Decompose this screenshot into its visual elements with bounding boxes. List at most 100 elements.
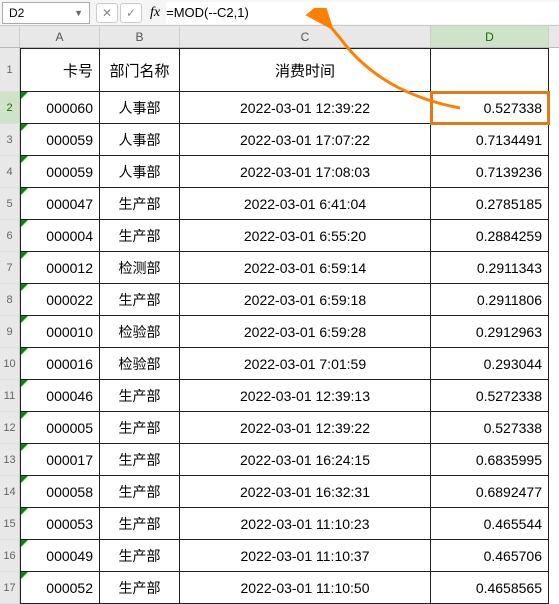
row-header[interactable]: 2 [0, 92, 20, 124]
cell-result[interactable]: 0.293044 [431, 348, 549, 380]
cell-result[interactable]: 0.527338 [431, 412, 549, 444]
cell-department[interactable]: 人事部 [100, 124, 180, 156]
name-box-value: D2 [9, 6, 24, 20]
row-header[interactable]: 12 [0, 412, 20, 444]
cell-department[interactable]: 生产部 [100, 476, 180, 508]
cell-card-number[interactable]: 000010 [20, 316, 100, 348]
cell-result[interactable]: 0.7134491 [431, 124, 549, 156]
row-header[interactable]: 17 [0, 572, 20, 604]
cell-time[interactable]: 2022-03-01 17:07:22 [180, 124, 431, 156]
row-header[interactable]: 3 [0, 124, 20, 156]
cell-card-number[interactable]: 000012 [20, 252, 100, 284]
cell-card-number[interactable]: 000047 [20, 188, 100, 220]
cell-department[interactable]: 生产部 [100, 508, 180, 540]
cell-time[interactable]: 2022-03-01 6:55:20 [180, 220, 431, 252]
cell-card-number[interactable]: 000004 [20, 220, 100, 252]
cell-department[interactable]: 生产部 [100, 572, 180, 604]
cell-result[interactable]: 0.465544 [431, 508, 549, 540]
row-header[interactable]: 9 [0, 316, 20, 348]
row-header[interactable]: 5 [0, 188, 20, 220]
header-cell-A[interactable]: 卡号 [20, 48, 100, 92]
cell-result[interactable]: 0.527338 [431, 92, 549, 124]
header-cell-C[interactable]: 消费时间 [180, 48, 431, 92]
formula-input[interactable]: =MOD(--C2,1) [166, 2, 559, 24]
cell-department[interactable]: 检验部 [100, 316, 180, 348]
column-header-C[interactable]: C [180, 26, 431, 47]
table-row: 2000060人事部2022-03-01 12:39:220.527338 [0, 92, 559, 124]
row-header[interactable]: 7 [0, 252, 20, 284]
table-row: 13000017生产部2022-03-01 16:24:150.6835995 [0, 444, 559, 476]
cell-card-number[interactable]: 000053 [20, 508, 100, 540]
cell-card-number[interactable]: 000017 [20, 444, 100, 476]
cell-result[interactable]: 0.2785185 [431, 188, 549, 220]
cell-card-number[interactable]: 000049 [20, 540, 100, 572]
select-all-corner[interactable] [0, 26, 20, 47]
cancel-formula-button[interactable]: ✕ [96, 3, 118, 23]
cell-time[interactable]: 2022-03-01 16:32:31 [180, 476, 431, 508]
cell-time[interactable]: 2022-03-01 6:41:04 [180, 188, 431, 220]
cell-department[interactable]: 生产部 [100, 188, 180, 220]
header-cell-D[interactable] [431, 48, 549, 92]
cell-department[interactable]: 生产部 [100, 444, 180, 476]
column-header-B[interactable]: B [100, 26, 180, 47]
row-header[interactable]: 6 [0, 220, 20, 252]
row-header[interactable]: 16 [0, 540, 20, 572]
cell-department[interactable]: 人事部 [100, 156, 180, 188]
cell-time[interactable]: 2022-03-01 12:39:13 [180, 380, 431, 412]
cell-time[interactable]: 2022-03-01 11:10:37 [180, 540, 431, 572]
cell-department[interactable]: 生产部 [100, 380, 180, 412]
cell-department[interactable]: 生产部 [100, 284, 180, 316]
cell-card-number[interactable]: 000060 [20, 92, 100, 124]
cell-time[interactable]: 2022-03-01 12:39:22 [180, 92, 431, 124]
cell-card-number[interactable]: 000046 [20, 380, 100, 412]
cell-card-number[interactable]: 000058 [20, 476, 100, 508]
name-box[interactable]: D2 ▼ [2, 2, 90, 24]
row-header-1[interactable]: 1 [0, 48, 20, 92]
cell-time[interactable]: 2022-03-01 7:01:59 [180, 348, 431, 380]
cell-result[interactable]: 0.5272338 [431, 380, 549, 412]
cell-result[interactable]: 0.4658565 [431, 572, 549, 604]
cell-result[interactable]: 0.465706 [431, 540, 549, 572]
cell-result[interactable]: 0.2911343 [431, 252, 549, 284]
cell-department[interactable]: 检测部 [100, 252, 180, 284]
cell-card-number[interactable]: 000005 [20, 412, 100, 444]
accept-formula-button[interactable]: ✓ [120, 3, 142, 23]
cell-time[interactable]: 2022-03-01 12:39:22 [180, 412, 431, 444]
row-header[interactable]: 4 [0, 156, 20, 188]
cell-department[interactable]: 人事部 [100, 92, 180, 124]
cell-department[interactable]: 生产部 [100, 220, 180, 252]
cell-department[interactable]: 生产部 [100, 412, 180, 444]
fx-icon[interactable]: fx [150, 5, 160, 21]
row-header[interactable]: 10 [0, 348, 20, 380]
cell-card-number[interactable]: 000016 [20, 348, 100, 380]
cell-time[interactable]: 2022-03-01 16:24:15 [180, 444, 431, 476]
cell-time[interactable]: 2022-03-01 11:10:50 [180, 572, 431, 604]
row-header[interactable]: 14 [0, 476, 20, 508]
cell-time[interactable]: 2022-03-01 6:59:14 [180, 252, 431, 284]
cell-card-number[interactable]: 000052 [20, 572, 100, 604]
cell-time[interactable]: 2022-03-01 17:08:03 [180, 156, 431, 188]
row-header[interactable]: 15 [0, 508, 20, 540]
cell-card-number[interactable]: 000059 [20, 124, 100, 156]
cell-result[interactable]: 0.7139236 [431, 156, 549, 188]
cell-card-number[interactable]: 000059 [20, 156, 100, 188]
chevron-down-icon[interactable]: ▼ [74, 8, 83, 18]
table-row: 14000058生产部2022-03-01 16:32:310.6892477 [0, 476, 559, 508]
cell-result[interactable]: 0.6835995 [431, 444, 549, 476]
cell-result[interactable]: 0.2884259 [431, 220, 549, 252]
cell-result[interactable]: 0.2911806 [431, 284, 549, 316]
cell-time[interactable]: 2022-03-01 6:59:28 [180, 316, 431, 348]
row-header[interactable]: 8 [0, 284, 20, 316]
column-header-A[interactable]: A [20, 26, 100, 47]
cell-card-number[interactable]: 000022 [20, 284, 100, 316]
cell-time[interactable]: 2022-03-01 6:59:18 [180, 284, 431, 316]
cell-department[interactable]: 生产部 [100, 540, 180, 572]
cell-result[interactable]: 0.6892477 [431, 476, 549, 508]
column-header-D[interactable]: D [431, 26, 549, 47]
row-header[interactable]: 13 [0, 444, 20, 476]
header-cell-B[interactable]: 部门名称 [100, 48, 180, 92]
row-header[interactable]: 11 [0, 380, 20, 412]
cell-department[interactable]: 检验部 [100, 348, 180, 380]
cell-result[interactable]: 0.2912963 [431, 316, 549, 348]
cell-time[interactable]: 2022-03-01 11:10:23 [180, 508, 431, 540]
